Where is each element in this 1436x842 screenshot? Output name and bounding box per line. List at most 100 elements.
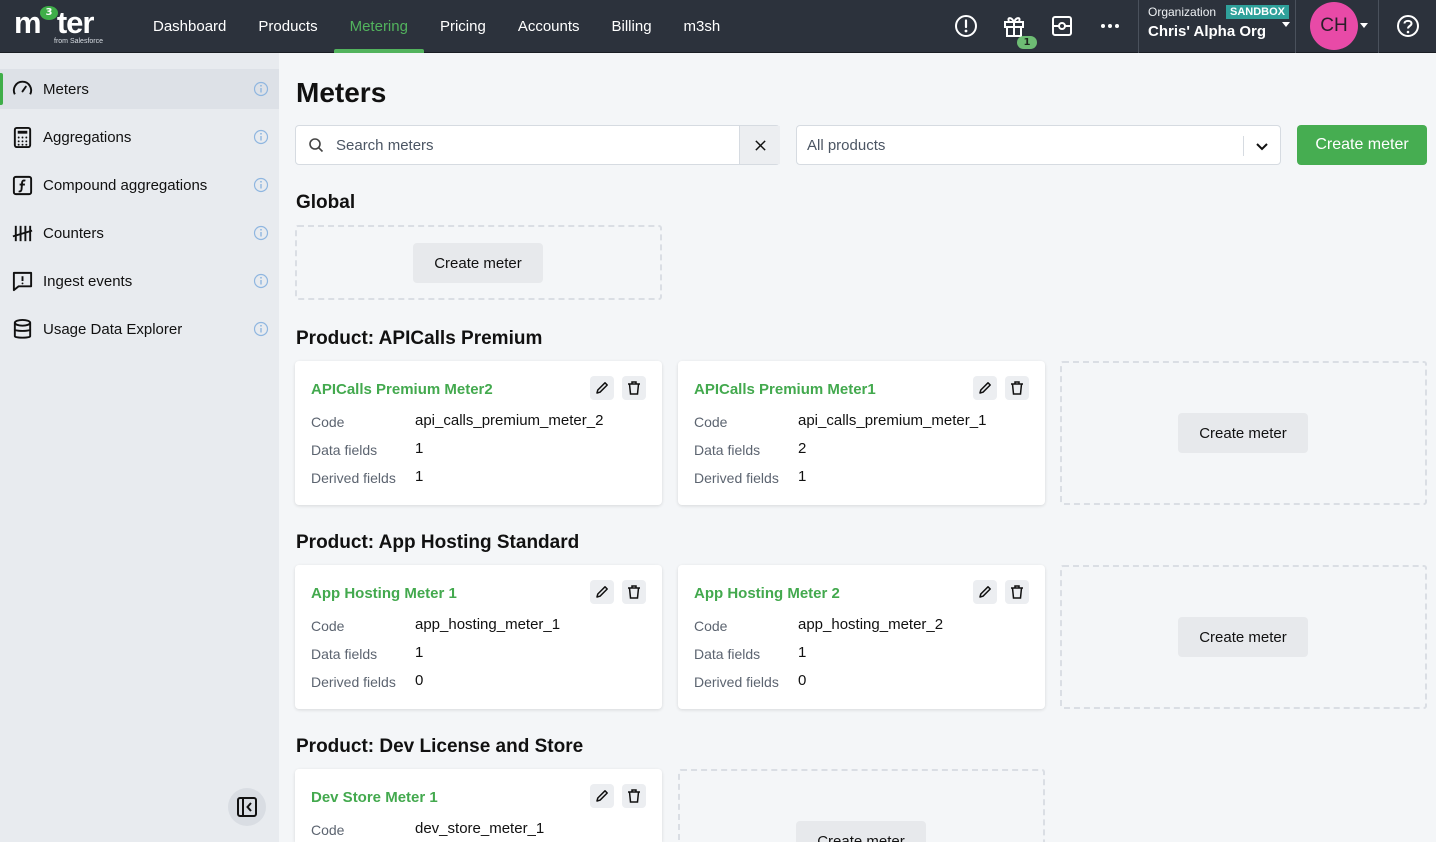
- create-meter-button[interactable]: Create meter: [1297, 125, 1427, 165]
- info-icon[interactable]: [253, 225, 269, 241]
- sidebar-item-compound-aggregations[interactable]: Compound aggregations: [0, 165, 279, 205]
- sidebar-item-ingest-events[interactable]: Ingest events: [0, 261, 279, 301]
- nav-accounts[interactable]: Accounts: [502, 0, 596, 53]
- pencil-icon: [596, 586, 608, 598]
- create-meter-button-app-hosting[interactable]: Create meter: [1178, 617, 1308, 657]
- calculator-icon: [11, 126, 34, 149]
- meter-name-link[interactable]: APICalls Premium Meter2: [311, 381, 493, 398]
- help-area: [1378, 0, 1436, 53]
- data-fields-value: 2: [798, 440, 807, 457]
- delete-meter-button[interactable]: [1005, 580, 1029, 604]
- organization-name: Chris' Alpha Org: [1148, 23, 1267, 40]
- message-alert-icon: [11, 270, 34, 293]
- nav-products[interactable]: Products: [242, 0, 333, 53]
- create-meter-button-apicalls[interactable]: Create meter: [1178, 413, 1308, 453]
- tally-icon: [11, 222, 34, 245]
- nav-pricing[interactable]: Pricing: [424, 0, 502, 53]
- section-title-app-hosting: Product: App Hosting Standard: [296, 532, 580, 553]
- section-title-dev-license: Product: Dev License and Store: [296, 736, 584, 757]
- chevron-down-icon[interactable]: [1360, 23, 1368, 28]
- organization-switcher[interactable]: Organization SANDBOX Chris' Alpha Org: [1138, 0, 1296, 53]
- code-label: Code: [694, 414, 728, 430]
- create-meter-button-global[interactable]: Create meter: [413, 243, 543, 283]
- clear-search-button[interactable]: [739, 126, 780, 164]
- code-label: Code: [311, 618, 345, 634]
- code-value: app_hosting_meter_2: [798, 616, 944, 633]
- sidebar-item-label: Meters: [43, 80, 89, 98]
- code-label: Code: [311, 822, 345, 838]
- delete-meter-button[interactable]: [622, 376, 646, 400]
- sidebar-item-label: Aggregations: [43, 128, 132, 146]
- search-input[interactable]: [336, 127, 736, 163]
- function-icon: [11, 174, 34, 197]
- code-value: app_hosting_meter_1: [415, 616, 561, 633]
- derived-fields-label: Derived fields: [694, 674, 779, 690]
- info-icon[interactable]: [253, 273, 269, 289]
- pencil-icon: [596, 790, 608, 802]
- chevron-down-icon: [1282, 22, 1290, 27]
- trash-icon: [628, 381, 640, 395]
- data-fields-label: Data fields: [311, 442, 378, 458]
- section-title-global: Global: [296, 192, 356, 213]
- more-icon[interactable]: [1095, 11, 1125, 41]
- sidebar-item-label: Usage Data Explorer: [43, 320, 183, 338]
- sandbox-badge: SANDBOX: [1226, 5, 1290, 19]
- meter-name-link[interactable]: App Hosting Meter 1: [311, 585, 457, 602]
- derived-fields-label: Derived fields: [694, 470, 779, 486]
- settings-screen-icon[interactable]: [1047, 11, 1077, 41]
- data-fields-value: 1: [415, 440, 424, 457]
- nav-billing[interactable]: Billing: [596, 0, 668, 53]
- collapse-sidebar-button[interactable]: [228, 788, 266, 826]
- database-icon: [11, 318, 34, 341]
- nav-metering[interactable]: Metering: [333, 0, 425, 53]
- alert-circle-icon[interactable]: [951, 11, 981, 41]
- nav-dashboard[interactable]: Dashboard: [137, 0, 242, 53]
- data-fields-label: Data fields: [694, 442, 761, 458]
- meter-card: Dev Store Meter 1 Code dev_store_meter_1: [295, 769, 662, 842]
- sidebar-item-label: Counters: [43, 224, 104, 242]
- logo-subtitle: from Salesforce: [54, 38, 104, 45]
- sidebar-item-aggregations[interactable]: Aggregations: [0, 117, 279, 157]
- edit-meter-button[interactable]: [590, 784, 614, 808]
- meter-name-link[interactable]: App Hosting Meter 2: [694, 585, 840, 602]
- edit-meter-button[interactable]: [973, 376, 997, 400]
- sidebar-item-meters[interactable]: Meters: [0, 69, 279, 109]
- delete-meter-button[interactable]: [1005, 376, 1029, 400]
- product-filter-select[interactable]: All products: [796, 125, 1281, 165]
- sidebar-item-counters[interactable]: Counters: [0, 213, 279, 253]
- edit-meter-button[interactable]: [590, 376, 614, 400]
- m3ter-logo[interactable]: m3ter 3 from Salesforce: [14, 5, 124, 49]
- info-icon[interactable]: [253, 81, 269, 97]
- code-label: Code: [694, 618, 728, 634]
- sidebar-collapse-icon: [237, 797, 257, 817]
- select-divider: [1243, 136, 1244, 156]
- gauge-icon: [11, 78, 34, 101]
- meter-card: App Hosting Meter 1 Code app_hosting_met…: [295, 565, 662, 709]
- info-icon[interactable]: [253, 177, 269, 193]
- delete-meter-button[interactable]: [622, 784, 646, 808]
- info-icon[interactable]: [253, 321, 269, 337]
- edit-meter-button[interactable]: [973, 580, 997, 604]
- product-filter-value: All products: [807, 137, 886, 154]
- help-icon[interactable]: [1393, 11, 1423, 41]
- derived-fields-value: 0: [415, 672, 424, 689]
- user-avatar[interactable]: CH: [1310, 2, 1358, 50]
- trash-icon: [1011, 381, 1023, 395]
- delete-meter-button[interactable]: [622, 580, 646, 604]
- meter-name-link[interactable]: APICalls Premium Meter1: [694, 381, 876, 398]
- main-content: Meters All products Create meter Global …: [279, 53, 1436, 842]
- nav-m3sh[interactable]: m3sh: [668, 0, 737, 53]
- code-label: Code: [311, 414, 345, 430]
- data-fields-label: Data fields: [311, 646, 378, 662]
- create-meter-button-dev-license[interactable]: Create meter: [796, 821, 926, 842]
- meter-name-link[interactable]: Dev Store Meter 1: [311, 789, 438, 806]
- pencil-icon: [979, 382, 991, 394]
- trash-icon: [1011, 585, 1023, 599]
- sidebar-item-usage-data-explorer[interactable]: Usage Data Explorer: [0, 309, 279, 349]
- create-meter-placeholder: Create meter: [1060, 361, 1427, 505]
- data-fields-value: 1: [415, 644, 424, 661]
- derived-fields-value: 1: [798, 468, 807, 485]
- page-title: Meters: [296, 77, 387, 108]
- edit-meter-button[interactable]: [590, 580, 614, 604]
- info-icon[interactable]: [253, 129, 269, 145]
